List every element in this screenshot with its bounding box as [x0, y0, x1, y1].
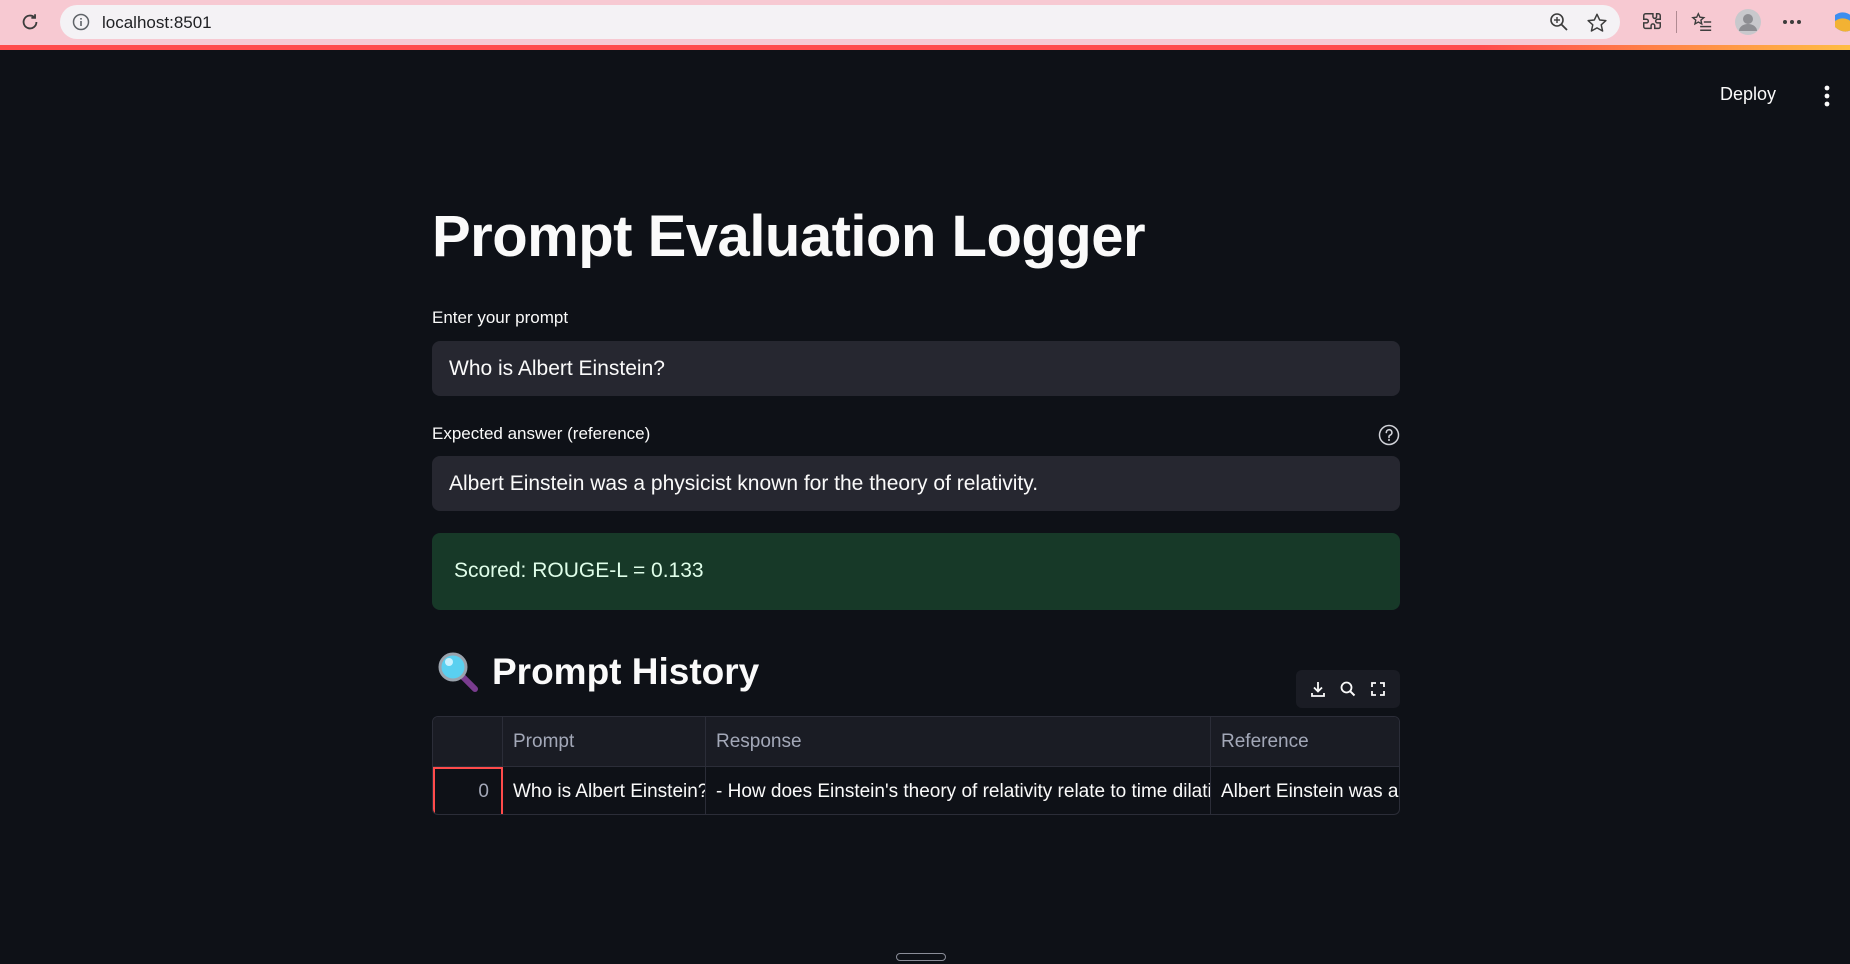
favorite-star-icon[interactable] [1586, 12, 1607, 32]
prompt-cell[interactable]: Who is Albert Einstein? [503, 767, 706, 814]
reference-label: Expected answer (reference) [432, 424, 651, 443]
url-text[interactable]: localhost:8501 [102, 13, 212, 33]
profile-avatar-icon[interactable] [1734, 8, 1762, 36]
page-title: Prompt Evaluation Logger [432, 204, 1146, 269]
prompt-input[interactable] [432, 341, 1400, 396]
bottom-scroll-handle[interactable] [896, 953, 946, 961]
table-header-row: Prompt Response Reference [433, 717, 1399, 767]
more-options-icon[interactable] [1780, 10, 1804, 34]
page-accent-bar [0, 45, 1850, 50]
history-heading: Prompt History [436, 650, 759, 694]
favorites-list-icon[interactable] [1690, 10, 1714, 34]
history-title: Prompt History [492, 651, 760, 692]
magnifying-glass-icon [436, 650, 480, 694]
dataframe-toolbar [1296, 670, 1400, 708]
row-index-cell[interactable]: 0 [433, 767, 503, 814]
extensions-icon[interactable] [1640, 10, 1664, 34]
column-header-prompt[interactable]: Prompt [503, 717, 706, 766]
main-menu-icon[interactable] [1820, 84, 1834, 108]
score-alert: Scored: ROUGE-L = 0.133 [432, 533, 1400, 610]
reference-cell[interactable]: Albert Einstein was a p [1211, 767, 1399, 814]
site-info-icon[interactable] [72, 13, 90, 31]
index-header[interactable] [433, 717, 503, 766]
column-header-reference[interactable]: Reference [1211, 717, 1399, 766]
fullscreen-icon[interactable] [1368, 679, 1388, 699]
column-header-response[interactable]: Response [706, 717, 1211, 766]
copilot-icon[interactable] [1832, 10, 1850, 34]
reference-input[interactable] [432, 456, 1400, 511]
search-icon[interactable] [1338, 679, 1358, 699]
browser-toolbar: localhost:8501 [0, 0, 1850, 45]
help-icon[interactable] [1378, 424, 1400, 446]
toolbar-divider [1676, 11, 1677, 33]
reload-icon[interactable] [17, 9, 43, 35]
zoom-icon[interactable] [1549, 12, 1569, 32]
history-dataframe: Prompt Response Reference 0 Who is Alber… [432, 716, 1400, 815]
deploy-button[interactable]: Deploy [1720, 84, 1776, 105]
address-bar[interactable]: localhost:8501 [60, 5, 1620, 39]
download-icon[interactable] [1308, 679, 1328, 699]
prompt-label: Enter your prompt [432, 308, 569, 327]
score-message: Scored: ROUGE-L = 0.133 [454, 559, 704, 582]
response-cell[interactable]: - How does Einstein's theory of relativi… [706, 767, 1211, 814]
